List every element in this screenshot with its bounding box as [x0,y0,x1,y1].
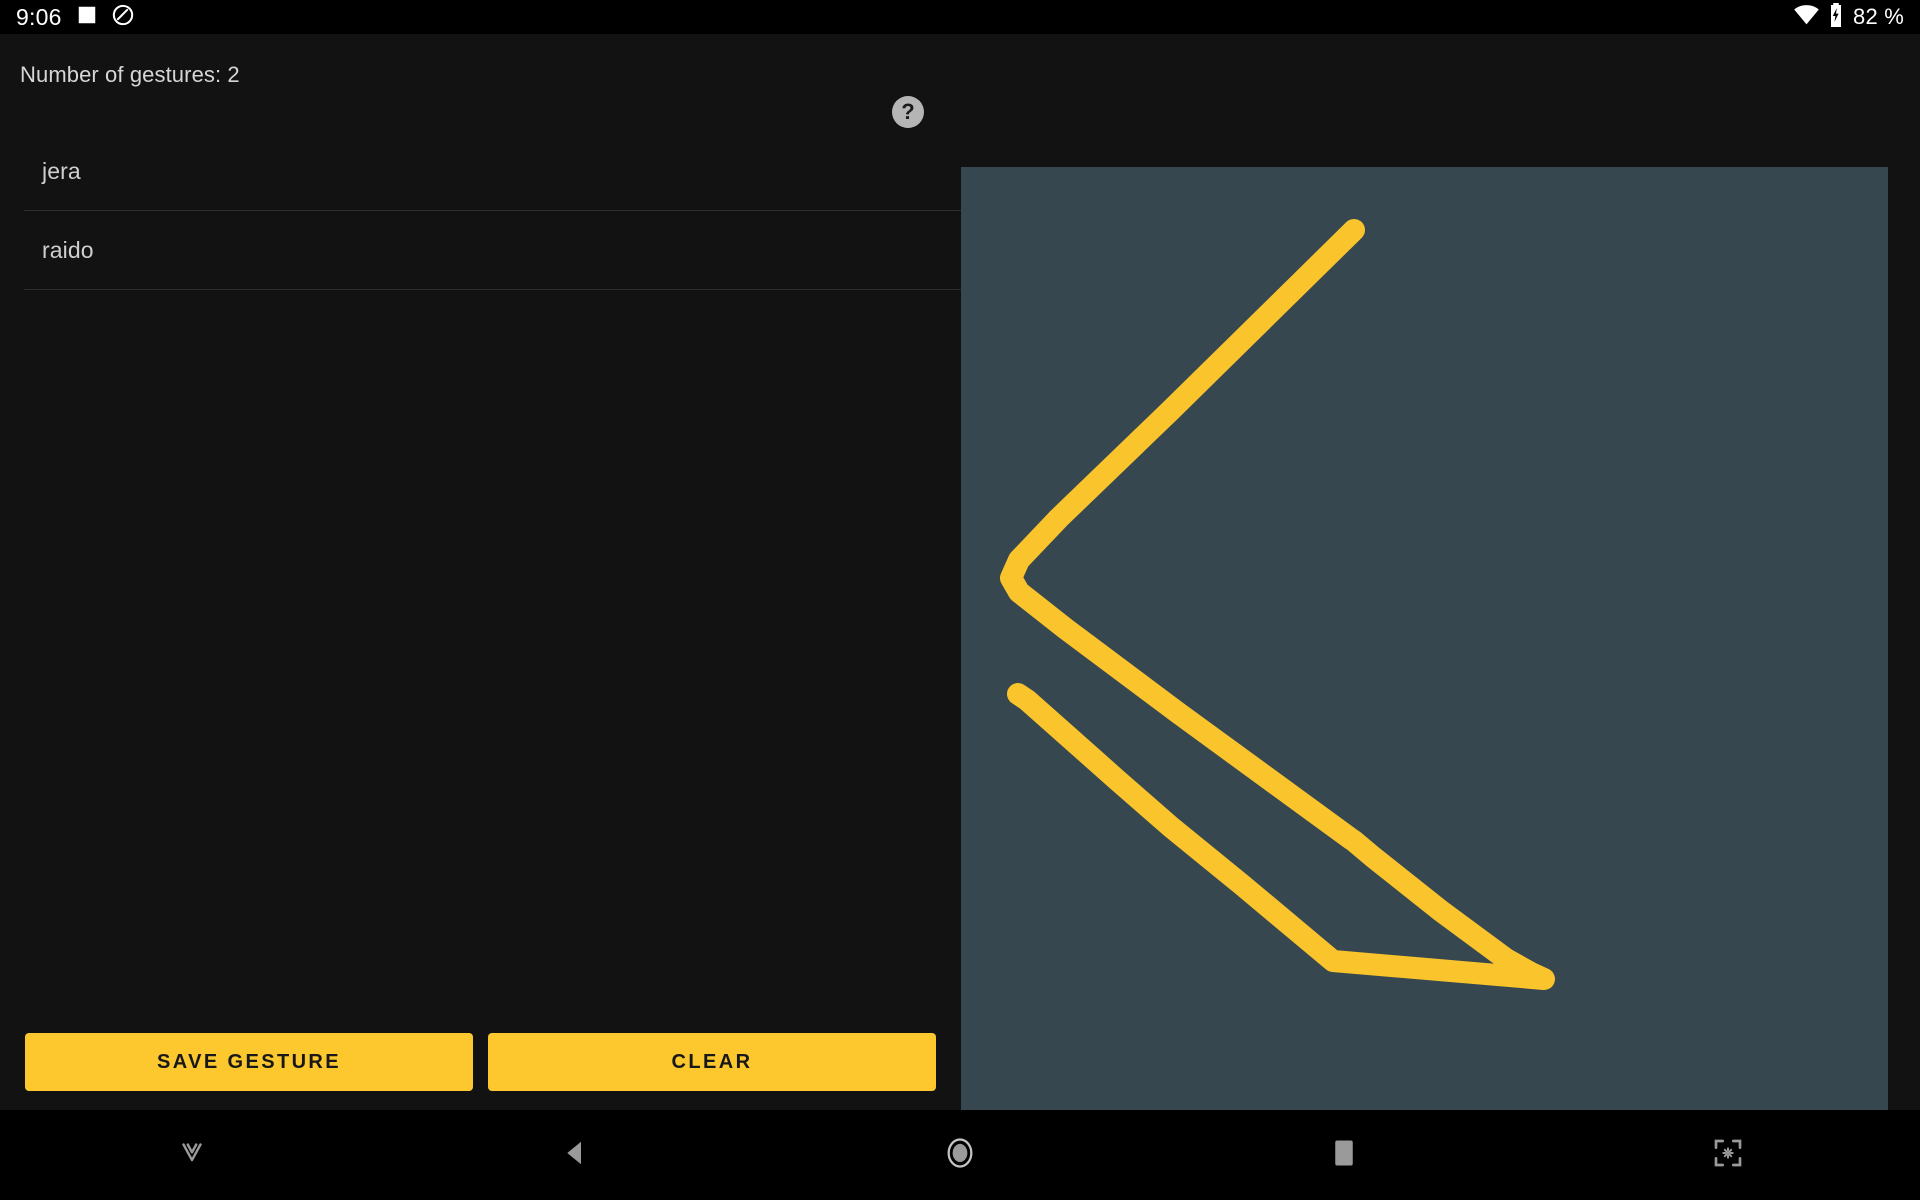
gesture-drawing-canvas[interactable] [961,167,1888,1138]
question-mark-icon: ? [901,98,915,124]
gesture-name: raido [42,236,94,263]
list-divider [24,289,985,290]
gesture-list: jera raido [0,132,985,290]
navigation-bar [0,1110,1920,1200]
screenshot-icon [1712,1137,1744,1174]
recents-button[interactable] [1152,1110,1536,1200]
home-circle-icon [943,1136,977,1175]
status-clock: 9:06 [16,3,62,30]
clear-button[interactable]: CLEAR [488,1033,936,1091]
battery-percent-label: 82 % [1853,4,1904,29]
screenshot-button[interactable] [1536,1110,1920,1200]
android-screen: 9:06 82 % Number of gestures: 2 ? jera r… [0,0,1920,1200]
status-bar-left: 9:06 [16,4,134,31]
button-bar: SAVE GESTURE CLEAR [0,1033,961,1091]
wifi-icon [1794,4,1819,30]
drawn-gesture-path [1000,219,1555,990]
gesture-stroke-svg [1000,219,1555,990]
gesture-count-label: Number of gestures: 2 [20,62,240,87]
list-item[interactable]: raido [0,211,961,289]
do-not-disturb-icon [112,4,134,31]
recents-square-icon [1331,1138,1357,1173]
battery-charging-icon [1828,2,1844,32]
back-triangle-icon [561,1138,591,1173]
chevron-double-down-icon [175,1136,209,1175]
status-bar: 9:06 82 % [0,0,1920,34]
list-item[interactable]: jera [0,132,961,210]
hide-navbar-button[interactable] [0,1110,384,1200]
app-content: Number of gestures: 2 ? jera raido SAVE … [0,34,1920,1138]
help-button[interactable]: ? [892,96,924,128]
save-gesture-button[interactable]: SAVE GESTURE [25,1033,473,1091]
image-icon [76,4,98,31]
status-bar-right: 82 % [1794,2,1904,32]
back-button[interactable] [384,1110,768,1200]
gesture-name: jera [42,157,81,184]
home-button[interactable] [768,1110,1152,1200]
